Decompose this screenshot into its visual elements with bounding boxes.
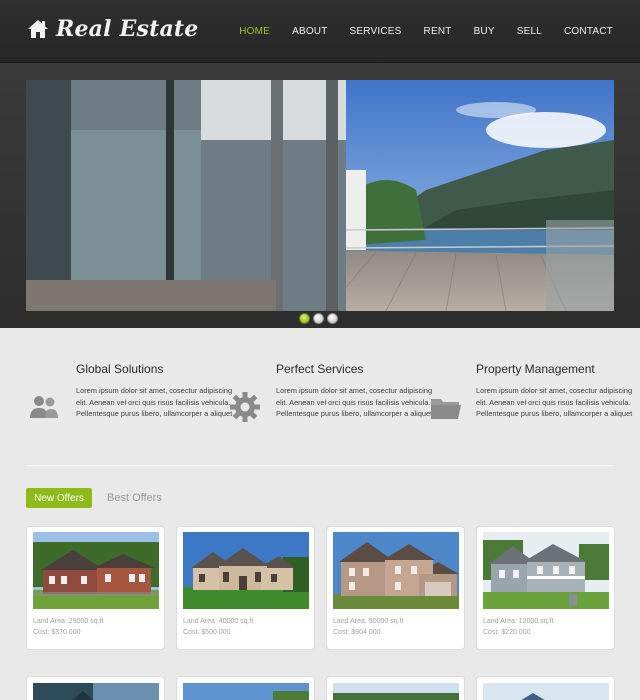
feature-text: Lorem ipsum dolor sit amet, cosectur adi… bbox=[476, 386, 633, 418]
feature-perfect-services: Perfect Services Lorem ipsum dolor sit a… bbox=[276, 362, 436, 420]
section-divider bbox=[26, 465, 614, 466]
land-area: Land Area: 90000 sq.ft bbox=[333, 618, 404, 625]
house-photo[interactable] bbox=[33, 532, 159, 609]
offer-card-2[interactable]: Land Area: 40000 sq.ft Cost: $500 000 bbox=[176, 526, 315, 650]
offer-card-6[interactable] bbox=[176, 676, 315, 700]
nav-sell[interactable]: SELL bbox=[517, 26, 542, 37]
house-photo[interactable] bbox=[333, 683, 459, 700]
offer-meta: Land Area: 12000 sq.ft Cost: $220 000 bbox=[483, 616, 553, 638]
cost: Cost: $370 000 bbox=[33, 629, 81, 636]
offer-card-3[interactable]: Land Area: 90000 sq.ft Cost: $904 000 bbox=[326, 526, 465, 650]
site-header: Real Estate HOME ABOUT SERVICES RENT BUY… bbox=[0, 0, 640, 63]
land-area: Land Area: 12000 sq.ft bbox=[483, 618, 554, 625]
feature-title: Global Solutions bbox=[76, 362, 164, 376]
offer-card-1[interactable]: Land Area: 29000 sq.ft Cost: $370 000 bbox=[26, 526, 165, 650]
land-area: Land Area: 29000 sq.ft bbox=[33, 618, 104, 625]
logo[interactable]: Real Estate bbox=[27, 14, 198, 44]
cost: Cost: $500 000 bbox=[183, 629, 231, 636]
slider-dot-2[interactable] bbox=[313, 313, 324, 324]
house-icon bbox=[28, 20, 48, 38]
feature-title: Perfect Services bbox=[276, 362, 364, 376]
nav-contact[interactable]: CONTACT bbox=[564, 26, 613, 37]
nav-services[interactable]: SERVICES bbox=[350, 26, 402, 37]
land-area: Land Area: 40000 sq.ft bbox=[183, 618, 254, 625]
logo-text: Real Estate bbox=[56, 16, 199, 42]
folder-icon bbox=[431, 399, 461, 419]
house-photo[interactable] bbox=[33, 683, 159, 700]
main-nav: HOME ABOUT SERVICES RENT BUY SELL CONTAC… bbox=[217, 26, 613, 37]
tab-new-offers[interactable]: New Offers bbox=[26, 488, 92, 508]
hero-band bbox=[0, 63, 640, 328]
house-photo[interactable] bbox=[183, 532, 309, 609]
nav-rent[interactable]: RENT bbox=[424, 26, 452, 37]
tab-best-offers[interactable]: Best Offers bbox=[107, 492, 162, 504]
house-photo[interactable] bbox=[333, 532, 459, 609]
feature-text: Lorem ipsum dolor sit amet, cosectur adi… bbox=[276, 386, 433, 418]
nav-about[interactable]: ABOUT bbox=[292, 26, 327, 37]
slider-dot-3[interactable] bbox=[327, 313, 338, 324]
offer-meta: Land Area: 29000 sq.ft Cost: $370 000 bbox=[33, 616, 103, 638]
cost: Cost: $904 000 bbox=[333, 629, 381, 636]
nav-buy[interactable]: BUY bbox=[474, 26, 495, 37]
slider-dot-1[interactable] bbox=[299, 313, 310, 324]
feature-property-management: Property Management Lorem ipsum dolor si… bbox=[476, 362, 636, 420]
house-photo[interactable] bbox=[183, 683, 309, 700]
users-icon bbox=[30, 396, 58, 418]
offer-card-5[interactable] bbox=[26, 676, 165, 700]
slider-dots bbox=[299, 313, 341, 324]
house-photo[interactable] bbox=[483, 532, 609, 609]
nav-home[interactable]: HOME bbox=[239, 26, 270, 37]
offer-meta: Land Area: 40000 sq.ft Cost: $500 000 bbox=[183, 616, 253, 638]
house-photo[interactable] bbox=[483, 683, 609, 700]
offer-meta: Land Area: 90000 sq.ft Cost: $904 000 bbox=[333, 616, 403, 638]
offer-card-8[interactable] bbox=[476, 676, 615, 700]
feature-title: Property Management bbox=[476, 362, 595, 376]
offer-card-7[interactable] bbox=[326, 676, 465, 700]
cost: Cost: $220 000 bbox=[483, 629, 531, 636]
offer-card-4[interactable]: Land Area: 12000 sq.ft Cost: $220 000 bbox=[476, 526, 615, 650]
feature-text: Lorem ipsum dolor sit amet, cosectur adi… bbox=[76, 386, 233, 418]
feature-global-solutions: Global Solutions Lorem ipsum dolor sit a… bbox=[76, 362, 236, 420]
gear-icon bbox=[230, 392, 260, 422]
hero-slide-image bbox=[26, 80, 614, 311]
